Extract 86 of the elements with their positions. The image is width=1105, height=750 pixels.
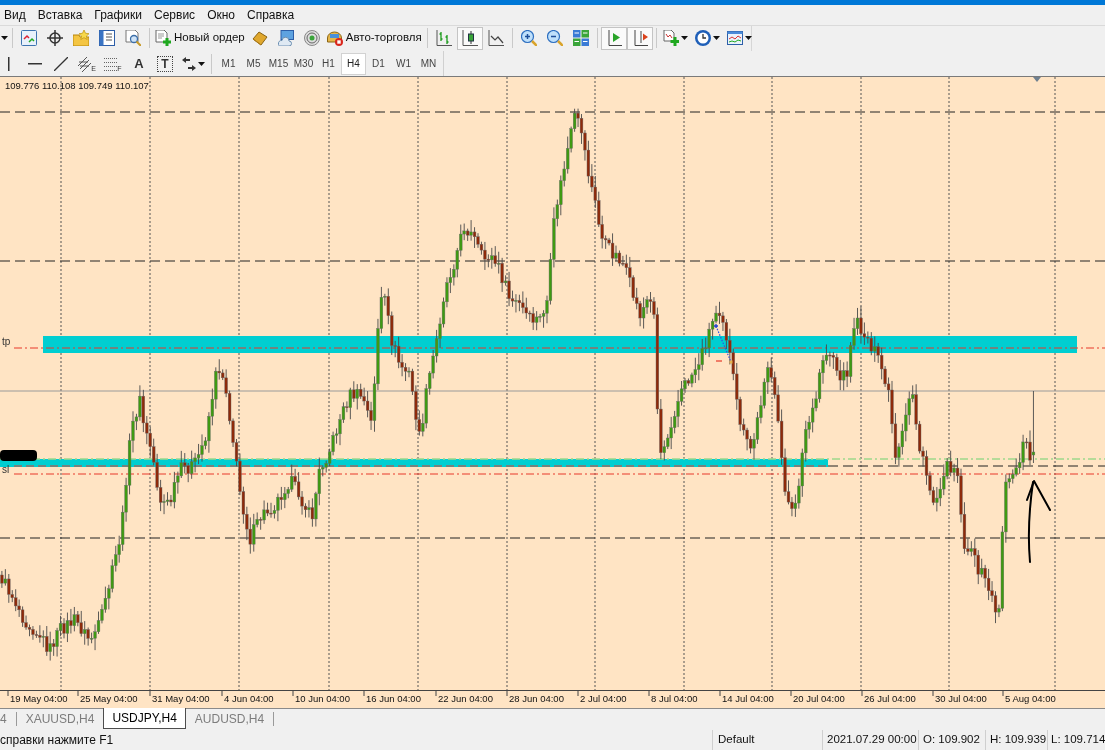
- zoom-out-icon: [546, 30, 563, 46]
- timeframe-button[interactable]: W1: [391, 52, 416, 75]
- caret-icon: [745, 36, 753, 40]
- time-axis-label: 14 Jul 04:00: [722, 693, 774, 704]
- chart-tab[interactable]: USDJPY,H4: [103, 708, 186, 729]
- document-search-icon: [125, 30, 141, 46]
- triangle-marker-icon: [1033, 77, 1041, 82]
- crosshair-icon: [47, 30, 63, 46]
- take-profit-label: tp: [2, 336, 11, 347]
- order-mark: [715, 360, 723, 362]
- line-chart-window-icon: [727, 30, 744, 46]
- stop-loss-label: sl: [2, 464, 10, 475]
- status-high: H: 109.939: [985, 730, 1047, 750]
- chart-window-icon: [21, 30, 37, 46]
- status-hint: справки нажмите F1: [0, 732, 114, 749]
- chart-tab[interactable]: 4: [0, 709, 16, 728]
- time-axis-label: 10 Jun 04:00: [295, 693, 350, 704]
- timeframe-button[interactable]: MN: [416, 52, 441, 75]
- status-low: L: 109.714: [1047, 730, 1105, 750]
- timeframe-button[interactable]: M15: [266, 52, 291, 75]
- time-axis-label: 25 May 04:00: [80, 693, 138, 704]
- time-axis-label: 31 May 04:00: [152, 693, 210, 704]
- chart-tab[interactable]: AUDUSD,H4: [185, 709, 274, 728]
- toggle-button[interactable]: [600, 26, 627, 50]
- menu-item[interactable]: Вставка: [33, 6, 87, 24]
- tile-windows-icon: [572, 30, 589, 46]
- zoom-in-icon: [520, 30, 537, 46]
- axes-play-icon: [605, 30, 622, 46]
- time-axis-label: 20 Jul 04:00: [793, 693, 845, 704]
- status-profile: Default: [712, 730, 822, 750]
- axes-arrow-icon: [631, 30, 648, 46]
- timeframe-button[interactable]: H4: [341, 52, 366, 75]
- document-chart-plus-icon: [663, 30, 680, 46]
- auto-trading-button[interactable]: Авто-торговля: [324, 26, 424, 50]
- status-time: 2021.07.29 00:00: [822, 730, 918, 750]
- trade-history-line: [713, 323, 733, 364]
- helmet-stop-icon: [326, 30, 343, 46]
- time-axis-label: 26 Jul 04:00: [864, 693, 916, 704]
- text-label-tool-button[interactable]: T: [157, 55, 173, 72]
- time-axis-label: 16 Jun 04:00: [366, 693, 421, 704]
- time-axis-label: 30 Jul 04:00: [935, 693, 987, 704]
- status-open: O: 109.902: [918, 730, 985, 750]
- rings-icon: [303, 30, 320, 46]
- candlestick-button[interactable]: [456, 26, 483, 50]
- chart-tab[interactable]: XAUUSD,H4: [16, 709, 104, 728]
- time-axis-label: 22 Jun 04:00: [438, 693, 493, 704]
- vertical-line-icon: [8, 56, 10, 71]
- menu-item[interactable]: Вид: [0, 6, 30, 24]
- timeframe-button[interactable]: D1: [366, 52, 391, 75]
- time-axis-label: 2 Jul 04:00: [580, 693, 627, 704]
- new-order-button[interactable]: Новый ордер: [153, 26, 247, 50]
- horizontal-line-icon: [28, 62, 42, 65]
- folder-star-icon: [73, 30, 89, 46]
- redaction-mark: [0, 450, 37, 461]
- time-axis-label: 4 Jun 04:00: [224, 693, 274, 704]
- caret-icon: [713, 36, 721, 40]
- menu-item[interactable]: Окно: [203, 6, 239, 24]
- caret-icon: [197, 61, 205, 66]
- candlestick-icon: [461, 30, 478, 46]
- line-chart-icon: [487, 30, 504, 46]
- ohlc-readout: 109.776 110.108 109.749 110.107: [5, 80, 149, 91]
- time-axis-label: 5 Aug 04:00: [1005, 693, 1056, 704]
- caret-icon: [1, 36, 8, 40]
- cloud-monitor-icon: [277, 30, 294, 46]
- time-axis-label: 19 May 04:00: [10, 693, 68, 704]
- time-axis-label: 8 Jul 04:00: [651, 693, 698, 704]
- clock-icon: [695, 30, 712, 46]
- toggle-button[interactable]: [626, 26, 653, 50]
- text-tool-button[interactable]: A: [126, 52, 152, 75]
- hatched-lines-icon: [78, 57, 92, 72]
- menu-item[interactable]: Сервис: [150, 6, 200, 24]
- menu-item[interactable]: Графики: [90, 6, 147, 24]
- document-plus-icon: [155, 30, 171, 46]
- caret-icon: [681, 36, 689, 40]
- window-list-icon: [99, 30, 115, 46]
- dotted-lines-icon: [104, 58, 118, 72]
- bar-chart-icon: [435, 30, 452, 46]
- arrows-icon: [181, 56, 196, 71]
- timeframe-button[interactable]: H1: [316, 52, 341, 75]
- timeframe-button[interactable]: M1: [216, 52, 241, 75]
- timeframe-button[interactable]: M5: [241, 52, 266, 75]
- trendline-icon: [54, 56, 68, 71]
- ingot-icon: [251, 30, 268, 46]
- time-axis-label: 28 Jun 04:00: [509, 693, 564, 704]
- timeframe-button[interactable]: M30: [291, 52, 316, 75]
- menu-item[interactable]: Справка: [243, 6, 299, 24]
